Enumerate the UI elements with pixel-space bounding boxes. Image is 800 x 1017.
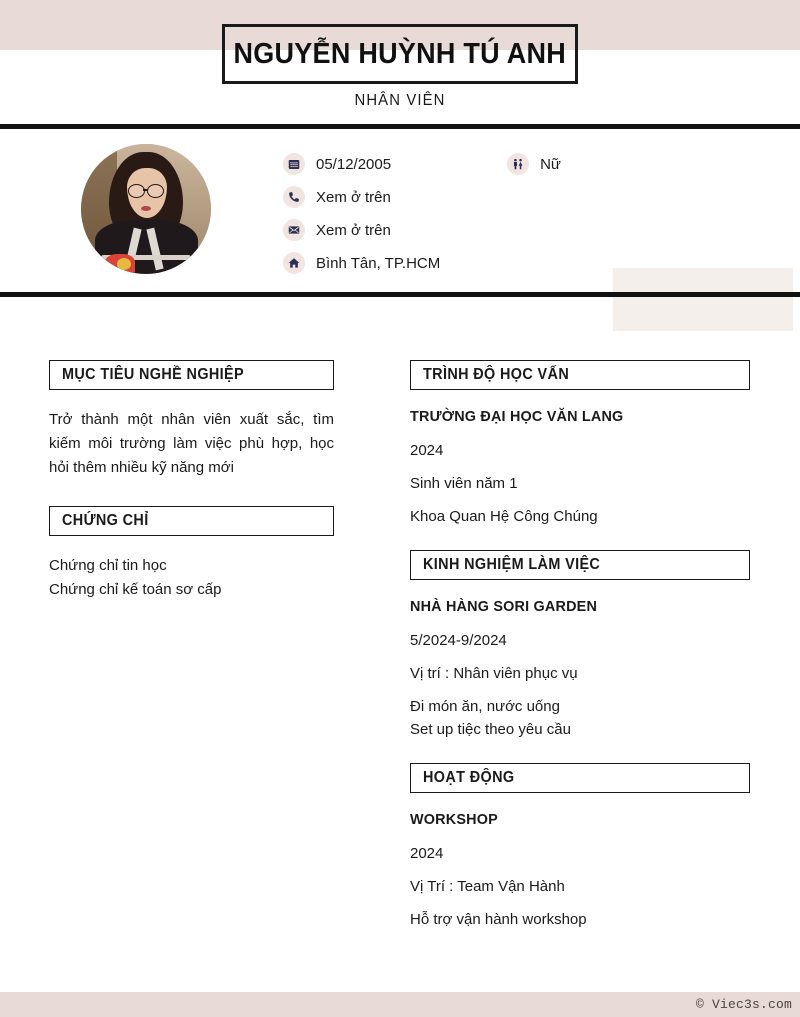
job-title: NHÂN VIÊN	[354, 92, 446, 109]
section-header-activities: HOẠT ĐỘNG	[410, 763, 750, 793]
section-header-objective: MỤC TIÊU NGHỀ NGHIỆP	[49, 360, 334, 390]
activity-title: WORKSHOP	[410, 811, 498, 828]
right-column: TRÌNH ĐỘ HỌC VẤN TRƯỜNG ĐẠI HỌC VĂN LANG…	[410, 360, 750, 953]
experience-role: Vị trí : Nhân viên phục vụ	[410, 665, 578, 682]
experience-duty: Set up tiệc theo yêu cầu	[410, 721, 571, 738]
certificate-item: Chứng chỉ tin học	[49, 557, 167, 574]
education-entry: TRƯỜNG ĐẠI HỌC VĂN LANG 2024 Sinh viên n…	[410, 408, 750, 528]
phone-icon	[283, 186, 305, 208]
education-detail: Khoa Quan Hệ Công Chúng	[410, 508, 598, 525]
footer-bar: © Viec3s.com	[0, 992, 800, 1017]
activity-detail: Hỗ trợ vận hành workshop	[410, 911, 587, 928]
activities-heading: HOẠT ĐỘNG	[423, 769, 515, 786]
divider-bottom	[0, 292, 800, 297]
contact-birthdate: 05/12/2005	[283, 153, 391, 175]
certificate-item: Chứng chỉ kế toán sơ cấp	[49, 581, 222, 598]
activity-entry: WORKSHOP 2024 Vị Trí : Team Vận Hành Hỗ …	[410, 811, 750, 931]
education-school: TRƯỜNG ĐẠI HỌC VĂN LANG	[410, 408, 624, 425]
contact-row-email: Xem ở trên	[283, 219, 561, 241]
experience-heading: KINH NGHIỆM LÀM VIỆC	[423, 556, 601, 573]
education-year: 2024	[410, 442, 444, 459]
contact-list: 05/12/2005 Nữ Xem ở trên Xem ở trên Bình…	[283, 153, 561, 285]
address-value: Bình Tân, TP.HCM	[316, 254, 441, 272]
section-header-experience: KINH NGHIỆM LÀM VIỆC	[410, 550, 750, 580]
candidate-name: NGUYỄN HUỲNH TÚ ANH	[233, 37, 567, 70]
contact-row-address: Bình Tân, TP.HCM	[283, 252, 561, 274]
experience-entry: NHÀ HÀNG SORI GARDEN 5/2024-9/2024 Vị tr…	[410, 598, 750, 741]
certificates-heading: CHỨNG CHỈ	[62, 512, 149, 529]
contact-address: Bình Tân, TP.HCM	[283, 252, 440, 274]
left-column: MỤC TIÊU NGHỀ NGHIỆP Trở thành một nhân …	[49, 360, 334, 602]
footer-watermark: © Viec3s.com	[695, 997, 792, 1012]
envelope-icon	[283, 219, 305, 241]
gender-icon	[507, 153, 530, 175]
profile-photo	[81, 144, 211, 274]
contact-gender: Nữ	[507, 153, 561, 175]
activity-role: Vị Trí : Team Vận Hành	[410, 878, 565, 895]
home-icon	[283, 252, 305, 274]
name-box: NGUYỄN HUỲNH TÚ ANH	[222, 24, 578, 84]
avatar	[81, 144, 211, 274]
birthdate-value: 05/12/2005	[316, 155, 392, 173]
gender-value: Nữ	[540, 155, 561, 173]
experience-duty: Đi món ăn, nước uống	[410, 698, 560, 715]
education-role: Sinh viên năm 1	[410, 475, 518, 492]
education-heading: TRÌNH ĐỘ HỌC VẤN	[423, 366, 570, 383]
activity-year: 2024	[410, 845, 444, 862]
section-header-education: TRÌNH ĐỘ HỌC VẤN	[410, 360, 750, 390]
experience-period: 5/2024-9/2024	[410, 632, 507, 649]
calendar-icon	[283, 153, 305, 175]
objective-heading: MỤC TIÊU NGHỀ NGHIỆP	[62, 366, 245, 383]
email-value: Xem ở trên	[316, 221, 391, 239]
phone-value: Xem ở trên	[316, 188, 391, 206]
contact-phone: Xem ở trên	[283, 186, 391, 208]
accent-block	[613, 268, 793, 331]
contact-row-phone: Xem ở trên	[283, 186, 561, 208]
experience-company: NHÀ HÀNG SORI GARDEN	[410, 598, 598, 615]
contact-row-birth-gender: 05/12/2005 Nữ	[283, 153, 561, 175]
resume-header: NGUYỄN HUỲNH TÚ ANH NHÂN VIÊN	[0, 0, 800, 126]
contact-email: Xem ở trên	[283, 219, 391, 241]
objective-body: Trở thành một nhân viên xuất sắc, tìm ki…	[49, 411, 334, 476]
section-header-certificates: CHỨNG CHỈ	[49, 506, 334, 536]
